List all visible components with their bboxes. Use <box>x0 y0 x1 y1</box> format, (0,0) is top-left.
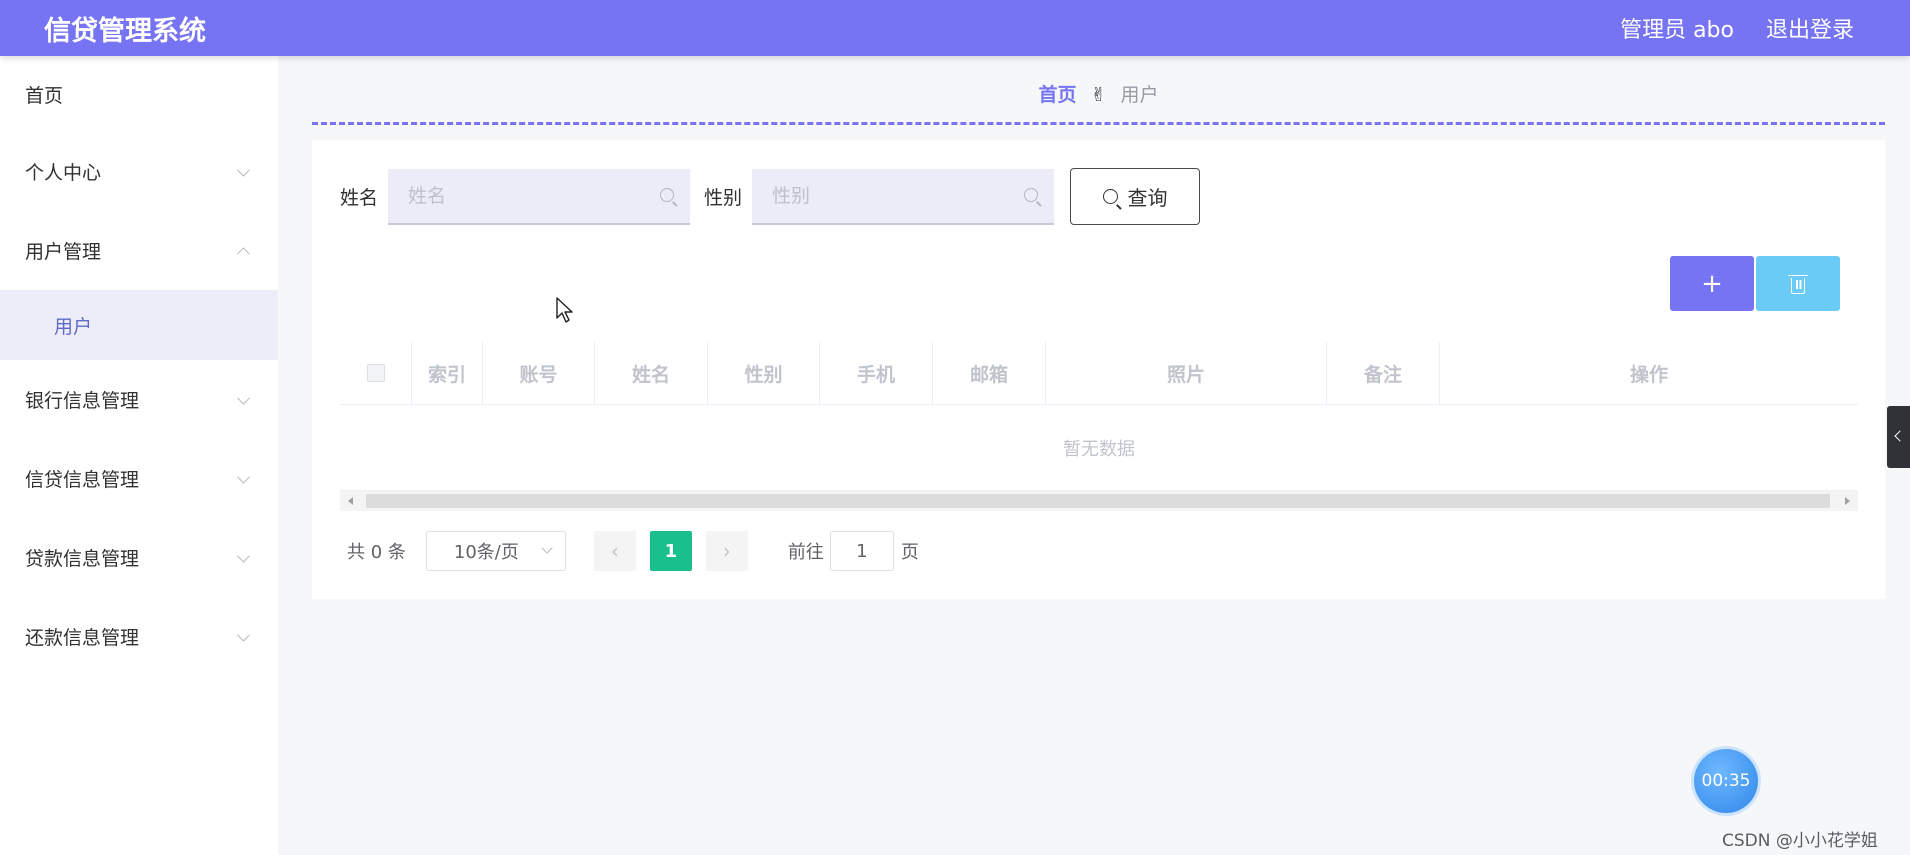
name-field <box>388 168 691 225</box>
search-form: 姓名 性别 查询 <box>340 168 1201 225</box>
column-header: 姓名 <box>595 342 708 404</box>
chevron-left-icon: ‹ <box>610 539 619 563</box>
content-card: 姓名 性别 查询 + 索引 账号 姓名 性别 手机 邮箱 <box>312 140 1885 599</box>
breadcrumb: 首页 ✌ 用户 <box>312 80 1885 107</box>
sidebar-subitem-users[interactable]: 用户 <box>0 290 278 360</box>
gender-field <box>752 168 1055 225</box>
search-icon <box>1102 189 1118 204</box>
add-button[interactable]: + <box>1670 256 1754 311</box>
column-header: 备注 <box>1327 342 1440 404</box>
column-header: 手机 <box>820 342 933 404</box>
scroll-right-icon[interactable] <box>1845 497 1850 505</box>
empty-state-text: 暂无数据 <box>340 405 1858 491</box>
column-header: 账号 <box>483 342 595 404</box>
top-header: 信贷管理系统 管理员 abo 退出登录 <box>0 0 1910 56</box>
plus-icon: + <box>1701 268 1723 299</box>
name-label: 姓名 <box>340 187 379 209</box>
chevron-down-icon <box>237 163 250 177</box>
column-header: 操作 <box>1629 363 1668 386</box>
header-actions: 管理员 abo 退出登录 <box>1620 12 1854 44</box>
column-header: 照片 <box>1046 342 1327 404</box>
next-page-button[interactable]: › <box>705 531 748 571</box>
collapse-panel-tab[interactable] <box>1887 406 1910 468</box>
sidebar-item-label: 信贷信息管理 <box>25 469 140 491</box>
chevron-down-icon <box>237 391 250 405</box>
sidebar-item-label: 用户管理 <box>25 241 102 263</box>
scrollbar-thumb[interactable] <box>366 494 1830 508</box>
name-search-input[interactable] <box>388 168 691 223</box>
sidebar-item-label: 个人中心 <box>25 162 102 184</box>
chevron-right-icon: › <box>722 539 731 563</box>
query-button-label: 查询 <box>1127 186 1168 210</box>
sidebar-item-label: 还款信息管理 <box>25 627 140 649</box>
chevron-down-icon <box>237 628 250 642</box>
page-unit-label: 页 <box>900 542 919 563</box>
select-all-checkbox[interactable] <box>366 364 385 382</box>
page-number-button[interactable]: 1 <box>649 531 692 571</box>
sidebar-item-user-management[interactable]: 用户管理 <box>0 211 278 290</box>
sidebar-item-bank-info[interactable]: 银行信息管理 <box>0 360 278 439</box>
sidebar-item-repayment-info[interactable]: 还款信息管理 <box>0 597 278 676</box>
chevron-up-icon <box>237 246 250 260</box>
breadcrumb-home[interactable]: 首页 <box>1038 84 1076 106</box>
sidebar-item-credit-info[interactable]: 信贷信息管理 <box>0 439 278 518</box>
gender-search-input[interactable] <box>752 168 1055 223</box>
trash-icon <box>1788 274 1808 294</box>
breadcrumb-separator-icon: ✌ <box>1090 84 1107 106</box>
page-size-select[interactable]: 10条/页 <box>425 531 566 571</box>
delete-button[interactable] <box>1756 256 1840 311</box>
watermark: CSDN @小小花学姐 <box>1722 831 1878 851</box>
select-all-cell <box>340 342 412 404</box>
mouse-cursor-icon <box>556 297 573 323</box>
sidebar-item-label: 银行信息管理 <box>25 390 140 412</box>
scroll-left-icon[interactable] <box>348 497 353 505</box>
users-table: 索引 账号 姓名 性别 手机 邮箱 照片 备注 操作 暂无数据 <box>340 342 1858 511</box>
timer-badge: 00:35 <box>1694 749 1758 813</box>
pagination: 共 0 条 10条/页 ‹ 1 › 前往 页 <box>347 531 919 571</box>
breadcrumb-divider <box>312 122 1885 125</box>
column-header: 邮箱 <box>933 342 1046 404</box>
breadcrumb-current: 用户 <box>1120 84 1159 106</box>
app-title: 信贷管理系统 <box>44 15 206 47</box>
current-user-label: 管理员 abo <box>1620 18 1734 43</box>
page-size-value: 10条/页 <box>453 542 519 563</box>
goto-label: 前往 <box>787 542 824 563</box>
chevron-down-icon <box>237 470 250 484</box>
horizontal-scrollbar[interactable] <box>340 491 1858 511</box>
search-icon <box>1024 187 1039 202</box>
search-icon <box>660 187 675 202</box>
gender-label: 性别 <box>704 187 743 209</box>
column-header: 索引 <box>412 342 483 404</box>
sidebar-item-personal-center[interactable]: 个人中心 <box>0 132 278 211</box>
chevron-down-icon <box>237 549 250 563</box>
sidebar: 首页 个人中心 用户管理 用户 银行信息管理 信贷信息管理 贷款信息管理 还款信… <box>0 56 278 855</box>
sidebar-item-loan-info[interactable]: 贷款信息管理 <box>0 518 278 597</box>
logout-link[interactable]: 退出登录 <box>1766 12 1854 44</box>
sidebar-item-home[interactable]: 首页 <box>0 56 278 132</box>
total-count: 共 0 条 <box>347 542 406 563</box>
goto-page-input[interactable] <box>829 531 894 571</box>
sidebar-item-label: 首页 <box>25 84 64 107</box>
column-header: 性别 <box>708 342 820 404</box>
sidebar-subitem-label: 用户 <box>54 315 93 338</box>
chevron-down-icon <box>541 542 553 554</box>
table-header: 索引 账号 姓名 性别 手机 邮箱 照片 备注 操作 <box>340 342 1858 405</box>
sidebar-item-label: 贷款信息管理 <box>25 548 140 570</box>
prev-page-button[interactable]: ‹ <box>593 531 636 571</box>
query-button[interactable]: 查询 <box>1070 168 1201 225</box>
